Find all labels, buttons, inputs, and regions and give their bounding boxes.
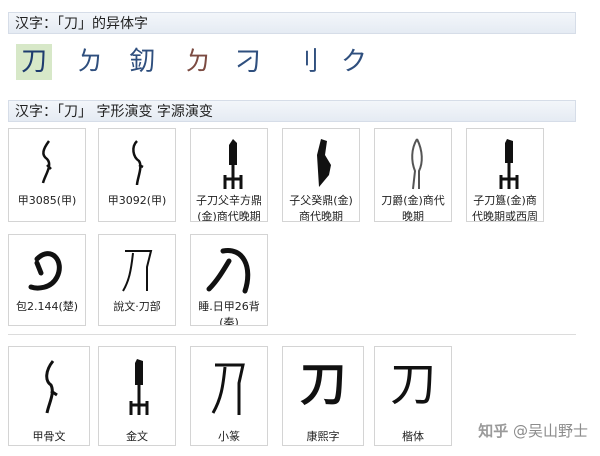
variant-char[interactable]: 釖: [124, 44, 160, 80]
glyph-card[interactable]: 刀爵(金)商代晚期: [374, 128, 452, 222]
script-card[interactable]: 金文: [98, 346, 176, 446]
glyph-caption: 甲3092(甲): [107, 194, 167, 207]
glyph-caption: 睡.日甲26背(秦): [198, 300, 260, 326]
glyph-card[interactable]: 子父癸鼎(金)商代晚期: [282, 128, 360, 222]
glyph-caption: 甲3085(甲): [17, 194, 77, 207]
bronze-glyph-image: [191, 135, 267, 193]
variant-char[interactable]: 刁: [230, 44, 266, 80]
glyph-card[interactable]: 甲3092(甲): [98, 128, 176, 222]
glyph-card[interactable]: 說文‧刀部: [98, 234, 176, 326]
glyph-caption: 說文‧刀部: [113, 300, 161, 313]
row-divider: [8, 334, 576, 335]
oracle-glyph-image: [99, 135, 175, 193]
glyph-caption: 刀爵(金)商代晚期: [381, 194, 445, 222]
glyph-caption: 子刀父辛方鼎(金)商代晚期: [196, 194, 262, 222]
oracle-script-glyph: [9, 353, 89, 421]
bronze-glyph-image: [467, 135, 543, 193]
glyph-caption: 包2.144(楚): [15, 300, 79, 313]
kangxi-script-glyph: 刀: [300, 357, 346, 411]
script-card[interactable]: 甲骨文: [8, 346, 90, 446]
script-caption: 楷体: [402, 430, 424, 443]
variant-char[interactable]: 刂: [288, 44, 324, 80]
glyph-card[interactable]: 睡.日甲26背(秦): [190, 234, 268, 326]
zhihu-logo: 知乎: [478, 422, 509, 440]
variant-char[interactable]: ク: [336, 44, 372, 80]
variant-char[interactable]: ㄉ: [180, 44, 216, 80]
evolution-section-title: 汉字：「刀」 字形演变 字源演变: [8, 100, 576, 122]
script-caption: 甲骨文: [32, 430, 66, 443]
script-card[interactable]: 刀 康熙字: [282, 346, 364, 446]
oracle-glyph-image: [9, 135, 85, 193]
bronze-glyph-image: [375, 135, 451, 193]
glyph-caption: 子刀簋(金)商代晚期或西周: [472, 194, 538, 222]
zhihu-watermark: 知乎 @吴山野士: [478, 420, 588, 441]
script-card[interactable]: 刀 楷体: [374, 346, 452, 446]
script-card[interactable]: 小篆: [190, 346, 268, 446]
glyph-card[interactable]: 包2.144(楚): [8, 234, 86, 326]
variant-char[interactable]: ㄉ: [72, 44, 108, 80]
small-seal-script-glyph: [191, 353, 267, 421]
bronze-script-glyph: [99, 353, 175, 421]
variants-section-title: 汉字：「刀」的异体字: [8, 12, 576, 34]
seal-glyph-image: [99, 241, 175, 299]
qin-glyph-image: [191, 241, 267, 299]
watermark-username: @吴山野士: [512, 422, 588, 440]
chu-glyph-image: [9, 241, 85, 299]
regular-script-glyph: 刀: [390, 357, 436, 411]
glyph-card[interactable]: 子刀簋(金)商代晚期或西周: [466, 128, 544, 222]
script-caption: 小篆: [218, 430, 240, 443]
glyph-caption: 子父癸鼎(金)商代晚期: [289, 194, 353, 222]
script-caption: 康熙字: [306, 430, 340, 443]
bronze-glyph-image: [283, 135, 359, 193]
variant-char[interactable]: 刀: [16, 44, 52, 80]
glyph-card[interactable]: 甲3085(甲): [8, 128, 86, 222]
glyph-card[interactable]: 子刀父辛方鼎(金)商代晚期: [190, 128, 268, 222]
script-caption: 金文: [126, 430, 148, 443]
